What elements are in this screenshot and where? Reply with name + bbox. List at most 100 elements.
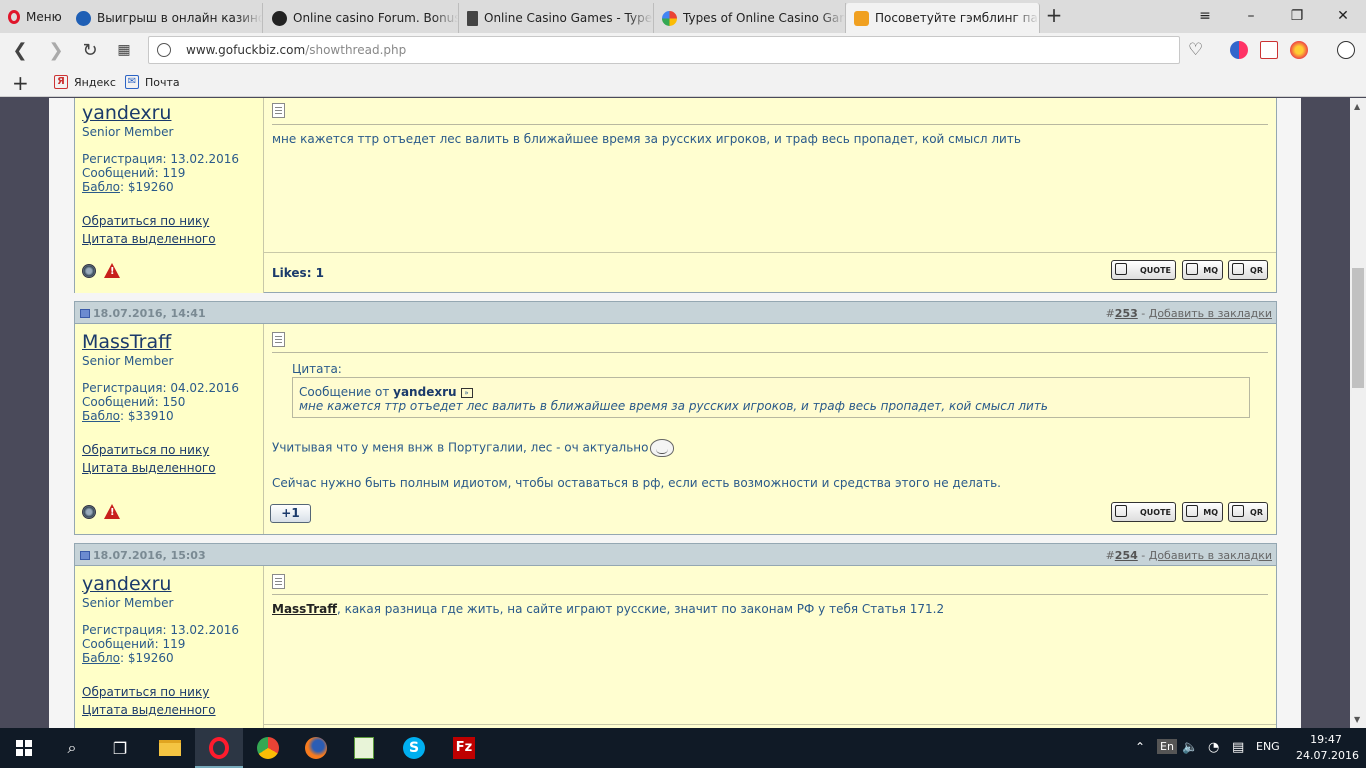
scroll-thumb[interactable] [1352,268,1364,388]
task-view-icon[interactable]: ❐ [96,728,144,768]
tab-label: Online casino Forum. Bonuse [293,11,458,25]
notepad-icon [354,737,374,759]
chrome-taskbar-icon[interactable] [244,728,292,768]
quote-button[interactable]: QUOTE [1111,260,1176,280]
fire-extension-icon[interactable] [1290,41,1308,59]
post-header: 18.07.2016, 14:41 #253 - Добавить в закл… [75,302,1276,324]
bookmark-mail[interactable]: ✉ Почта [125,75,180,89]
message-text: MassTraff, какая разница где жить, на са… [272,602,944,616]
start-button[interactable] [0,728,48,768]
user-money: Бабло: $19260 [82,651,239,665]
close-window-button[interactable]: ✕ [1320,0,1366,32]
report-post-icon[interactable] [104,263,120,278]
user-message-count: Сообщений: 119 [82,166,186,180]
system-clock[interactable]: 19:47 24.07.2016 [1296,732,1359,764]
user-pane: yandexru Senior Member Регистрация: 13.0… [75,98,264,293]
post-number-prefix: # [1105,307,1115,320]
tab-4[interactable]: Types of Online Casino Game [654,3,846,33]
message-pane: мне кажется ттр отъедет лес валить в бли… [264,98,1276,293]
scroll-down-arrow-icon[interactable]: ▼ [1354,715,1360,724]
forward-icon[interactable]: ❯ [44,38,68,62]
likes-count: Likes: 1 [272,266,325,280]
offline-status-icon [82,505,96,519]
quote-selected-link[interactable]: Цитата выделенного [82,461,216,475]
quote-selected-link[interactable]: Цитата выделенного [82,703,216,717]
tab-bar: Меню Выигрыш в онлайн казино Online casi… [0,0,1366,33]
bookmark-yandex[interactable]: Я Яндекс [54,75,116,89]
user-message-count: Сообщений: 150 [82,395,186,409]
speed-dial-icon[interactable]: ▦ [112,38,136,62]
bookmark-label: Яндекс [74,75,116,89]
opera-taskbar-icon[interactable] [195,728,243,768]
volume-icon[interactable]: 🔈 [1182,740,1198,755]
message-line: , какая разница где жить, на сайте играю… [336,602,945,616]
post-icon [80,309,90,318]
tab-1[interactable]: Выигрыш в онлайн казино [68,3,263,33]
username-link[interactable]: MassTraff [82,331,171,353]
search-icon[interactable]: ⌕ [48,728,96,768]
scroll-up-arrow-icon[interactable]: ▲ [1354,102,1360,111]
post-icon [80,551,90,560]
reload-icon[interactable]: ↻ [78,38,102,62]
add-bookmark-link[interactable]: Добавить в закладки [1149,307,1272,320]
add-bookmark-link[interactable]: Добавить в закладки [1149,549,1272,562]
multiquote-icon [1186,263,1198,275]
mention-nick-link[interactable]: Обратиться по нику [82,214,209,228]
show-hidden-icons-chevron-icon[interactable]: ⌃ [1135,740,1145,754]
post-253: 18.07.2016, 14:41 #253 - Добавить в закл… [74,301,1277,535]
bookmark-heart-icon[interactable]: ♡ [1188,40,1203,60]
tab-5-active[interactable]: Посоветуйте гэмблинг парт [846,3,1040,33]
input-language-indicator[interactable]: En [1157,739,1177,754]
filezilla-icon: Fz [453,737,475,759]
mention-nick-link[interactable]: Обратиться по нику [82,443,209,457]
filezilla-taskbar-icon[interactable]: Fz [440,728,488,768]
back-icon[interactable]: ❮ [8,38,32,62]
download-icon[interactable] [1337,41,1355,59]
opera-menu-button[interactable]: Меню [0,0,66,33]
new-tab-button[interactable]: + [1044,5,1064,26]
tab-3[interactable]: Online Casino Games - Types [459,3,654,33]
firefox-taskbar-icon[interactable] [292,728,340,768]
language-indicator[interactable]: ENG [1256,740,1280,753]
pdf-extension-icon[interactable] [1260,41,1278,59]
quick-reply-button[interactable]: QR [1228,260,1268,280]
quick-reply-button[interactable]: QR [1228,502,1268,522]
address-bar[interactable]: www.gofuckbiz.com/showthread.php [148,36,1180,64]
mentioned-user-link[interactable]: MassTraff [272,602,337,616]
tab-menu-icon[interactable]: ≡ [1182,0,1228,32]
view-post-arrow-icon[interactable]: » [460,387,473,398]
post-number-link[interactable]: 254 [1115,549,1138,562]
bookmark-label: Почта [145,75,180,89]
skype-taskbar-icon[interactable]: S [390,728,438,768]
minimize-button[interactable]: – [1228,0,1274,32]
multiquote-button[interactable]: MQ [1182,260,1223,280]
money-label: Бабло [82,409,120,423]
user-registration: Регистрация: 04.02.2016 [82,381,240,395]
tab-2[interactable]: Online casino Forum. Bonuse [264,3,459,33]
offline-status-icon [82,264,96,278]
username-link[interactable]: yandexru [82,573,171,595]
money-value: : $33910 [120,409,174,423]
url-text: www.gofuckbiz.com/showthread.php [186,43,406,57]
report-post-icon[interactable] [104,504,120,519]
post-header: 18.07.2016, 15:03 #254 - Добавить в закл… [75,544,1276,566]
post-number-link[interactable]: 253 [1115,307,1138,320]
multiquote-button[interactable]: MQ [1182,502,1223,522]
add-bookmark-icon[interactable]: + [12,71,29,95]
quote-label: QUOTE [1139,507,1171,517]
notepad-taskbar-icon[interactable] [340,728,388,768]
quote-label: Цитата: [292,362,342,376]
quote-selected-link[interactable]: Цитата выделенного [82,232,216,246]
quote-button[interactable]: QUOTE [1111,502,1176,522]
page-scrollbar[interactable]: ▲ ▼ [1350,98,1366,728]
folder-icon [159,740,181,756]
file-explorer-icon[interactable] [146,728,194,768]
post-number-area: #253 - Добавить в закладки [1106,307,1272,320]
action-center-icon[interactable]: ▤ [1232,740,1244,755]
mention-nick-link[interactable]: Обратиться по нику [82,685,209,699]
wifi-icon[interactable]: ◔ [1208,740,1219,755]
extension-icon[interactable] [1230,41,1248,59]
maximize-button[interactable]: ❐ [1274,0,1320,32]
username-link[interactable]: yandexru [82,102,171,124]
plus-one-button[interactable]: +1 [270,504,311,523]
